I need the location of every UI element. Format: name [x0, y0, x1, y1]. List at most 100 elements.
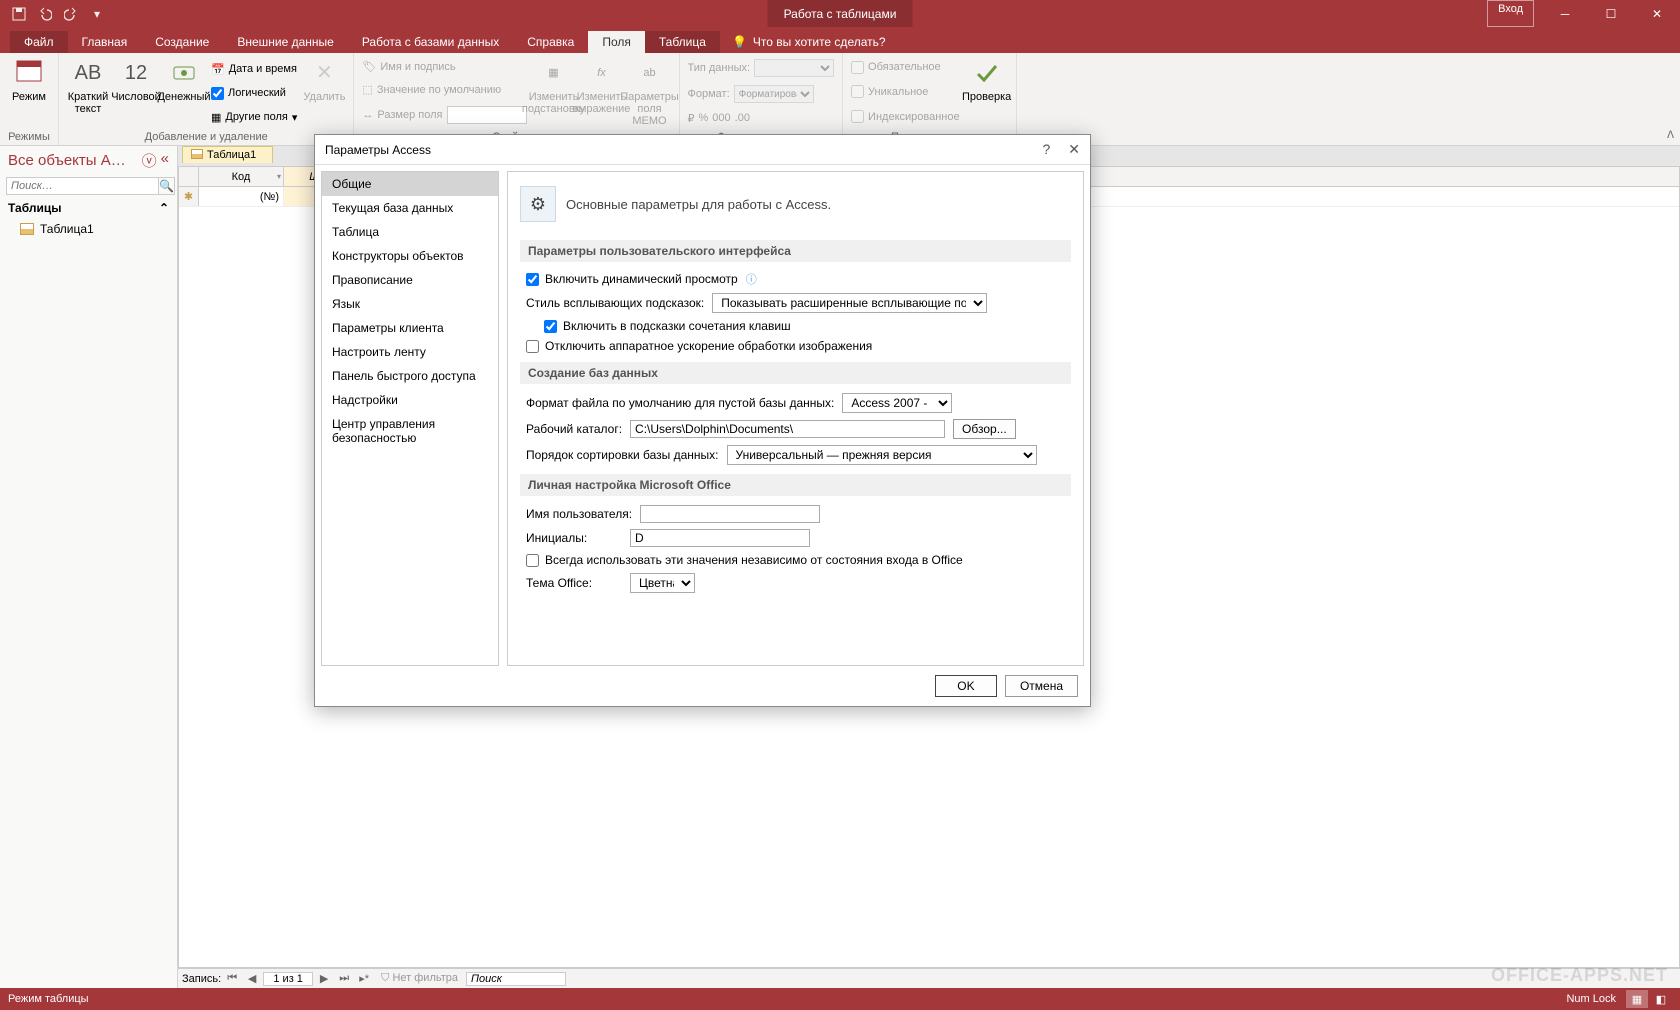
browse-button[interactable]: Обзор... [953, 419, 1016, 439]
nav-section-label: Таблицы [8, 201, 61, 215]
table-icon [20, 223, 34, 235]
save-icon[interactable] [8, 3, 30, 25]
dialog-nav-datasheet[interactable]: Таблица [322, 220, 498, 244]
calendar-icon: 📅 [211, 63, 225, 76]
currency-symbol-icon: ₽ [688, 112, 695, 125]
required-label: Обязательное [868, 61, 941, 73]
dialog-nav-proofing[interactable]: Правописание [322, 268, 498, 292]
nav-dropdown-icon[interactable]: ⓥ [142, 150, 157, 171]
tell-me-search[interactable]: 💡Что вы хотите сделать? [720, 31, 898, 53]
datasheet-search-box[interactable]: Поиск [466, 972, 566, 986]
record-navigator: Запись: ⏮ ◀ 1 из 1 ▶ ⏭ ▸* ⛉ Нет фильтра … [178, 968, 1680, 988]
chevron-down-icon[interactable]: ▾ [277, 172, 281, 181]
filter-label: Нет фильтра [392, 972, 458, 984]
nav-item-table1[interactable]: Таблица1 [0, 219, 177, 239]
dialog-close-button[interactable]: ✕ [1068, 141, 1080, 158]
initials-input[interactable] [630, 529, 810, 547]
theme-select[interactable]: Цветная [630, 573, 695, 593]
unique-label: Уникальное [868, 86, 928, 98]
logical-button[interactable]: Логический [209, 86, 299, 101]
validation-icon [971, 57, 1003, 89]
work-dir-label: Рабочий каталог: [526, 422, 622, 436]
validation-button[interactable]: Проверка [964, 55, 1010, 129]
dialog-nav-general[interactable]: Общие [322, 172, 498, 196]
short-text-button[interactable]: ABКраткий текст [65, 55, 111, 129]
dialog-nav-language[interactable]: Язык [322, 292, 498, 316]
info-icon[interactable]: ⓘ [746, 271, 757, 287]
username-input[interactable] [640, 505, 820, 523]
design-view-button[interactable]: ◧ [1650, 990, 1672, 1008]
live-preview-checkbox[interactable]: Включить динамический просмотр [526, 272, 738, 286]
dialog-nav-addins[interactable]: Надстройки [322, 388, 498, 412]
tab-external-data[interactable]: Внешние данные [223, 31, 348, 53]
minimize-icon[interactable]: ─ [1542, 0, 1588, 27]
datetime-button[interactable]: 📅Дата и время [209, 62, 299, 77]
tab-fields[interactable]: Поля [588, 31, 645, 53]
nav-search-input[interactable] [6, 177, 159, 195]
watermark: OFFICE-APPS.NET [1491, 965, 1668, 986]
next-record-button[interactable]: ▶ [315, 972, 333, 985]
ok-button[interactable]: OK [935, 675, 997, 697]
object-tab-table1[interactable]: Таблица1 [182, 146, 273, 163]
dialog-nav-designers[interactable]: Конструкторы объектов [322, 244, 498, 268]
theme-label: Тема Office: [526, 576, 622, 590]
nav-header[interactable]: Все объекты A… ⓥ« [0, 146, 177, 175]
default-format-select[interactable]: Access 2007 - 2016 [842, 393, 952, 413]
new-record-button[interactable]: ▸* [355, 972, 373, 985]
last-record-button[interactable]: ⏭ [335, 972, 353, 985]
always-use-checkbox[interactable]: Всегда использовать эти значения независ… [526, 553, 963, 567]
view-switcher: ▦ ◧ [1626, 990, 1672, 1008]
currency-button[interactable]: Денежный [161, 55, 207, 129]
work-dir-input[interactable] [630, 420, 945, 438]
disable-hw-accel-checkbox[interactable]: Отключить аппаратное ускорение обработки… [526, 339, 872, 353]
dialog-nav-trust[interactable]: Центр управления безопасностью [322, 412, 498, 450]
tab-help[interactable]: Справка [513, 31, 588, 53]
select-all-cell[interactable] [179, 167, 199, 186]
dialog-help-button[interactable]: ? [1042, 141, 1050, 158]
filter-indicator[interactable]: ⛉ Нет фильтра [375, 972, 464, 985]
shortcuts-label: Включить в подсказки сочетания клавиш [563, 319, 791, 333]
number-button[interactable]: 12Числовой [113, 55, 159, 129]
maximize-icon[interactable]: ☐ [1588, 0, 1634, 27]
first-record-button[interactable]: ⏮ [223, 972, 241, 985]
view-button[interactable]: Режим [6, 55, 52, 129]
dialog-nav-qat[interactable]: Панель быстрого доступа [322, 364, 498, 388]
tab-database-tools[interactable]: Работа с базами данных [348, 31, 513, 53]
tab-home[interactable]: Главная [68, 31, 142, 53]
qat-customize-icon[interactable]: ▾ [86, 3, 108, 25]
undo-icon[interactable] [34, 3, 56, 25]
nav-collapse-icon[interactable]: « [161, 150, 169, 171]
collapse-ribbon-icon[interactable]: ᐱ [1667, 130, 1674, 141]
ribbon-group-validation: Обязательное Уникальное Индексированное … [843, 53, 1017, 145]
section-create-db: Создание баз данных [520, 362, 1071, 384]
sort-order-select[interactable]: Универсальный — прежняя версия [727, 445, 1037, 465]
shortcuts-in-tooltips-checkbox[interactable]: Включить в подсказки сочетания клавиш [544, 319, 791, 333]
redo-icon[interactable] [60, 3, 82, 25]
id-cell[interactable]: (№) [199, 187, 284, 206]
login-button[interactable]: Вход [1487, 0, 1534, 27]
close-icon[interactable]: ✕ [1634, 0, 1680, 27]
tooltip-style-select[interactable]: Показывать расширенные всплывающие подск… [712, 293, 987, 313]
datasheet-view-button[interactable]: ▦ [1626, 990, 1648, 1008]
indexed-label: Индексированное [868, 111, 960, 123]
tab-create[interactable]: Создание [141, 31, 223, 53]
record-number-box[interactable]: 1 из 1 [263, 972, 313, 986]
dialog-nav-current-db[interactable]: Текущая база данных [322, 196, 498, 220]
other-fields-button[interactable]: ▦Другие поля ▾ [209, 110, 299, 125]
nav-section-tables[interactable]: Таблицы⌃ [0, 197, 177, 219]
dialog-category-list: Общие Текущая база данных Таблица Констр… [321, 171, 499, 666]
prev-record-button[interactable]: ◀ [243, 972, 261, 985]
cancel-button[interactable]: Отмена [1005, 675, 1078, 697]
username-label: Имя пользователя: [526, 507, 632, 521]
field-size-input [447, 106, 527, 124]
search-icon[interactable]: 🔍 [159, 177, 175, 195]
sort-order-label: Порядок сортировки базы данных: [526, 448, 719, 462]
tab-table[interactable]: Таблица [645, 31, 720, 53]
column-header-id[interactable]: Код▾ [199, 167, 284, 186]
required-checkbox: Обязательное [849, 60, 962, 75]
tab-file[interactable]: Файл [10, 31, 68, 53]
dialog-nav-client[interactable]: Параметры клиента [322, 316, 498, 340]
currency-label: Денежный [157, 91, 210, 103]
datasheet-view-icon [13, 57, 45, 89]
dialog-nav-ribbon[interactable]: Настроить ленту [322, 340, 498, 364]
